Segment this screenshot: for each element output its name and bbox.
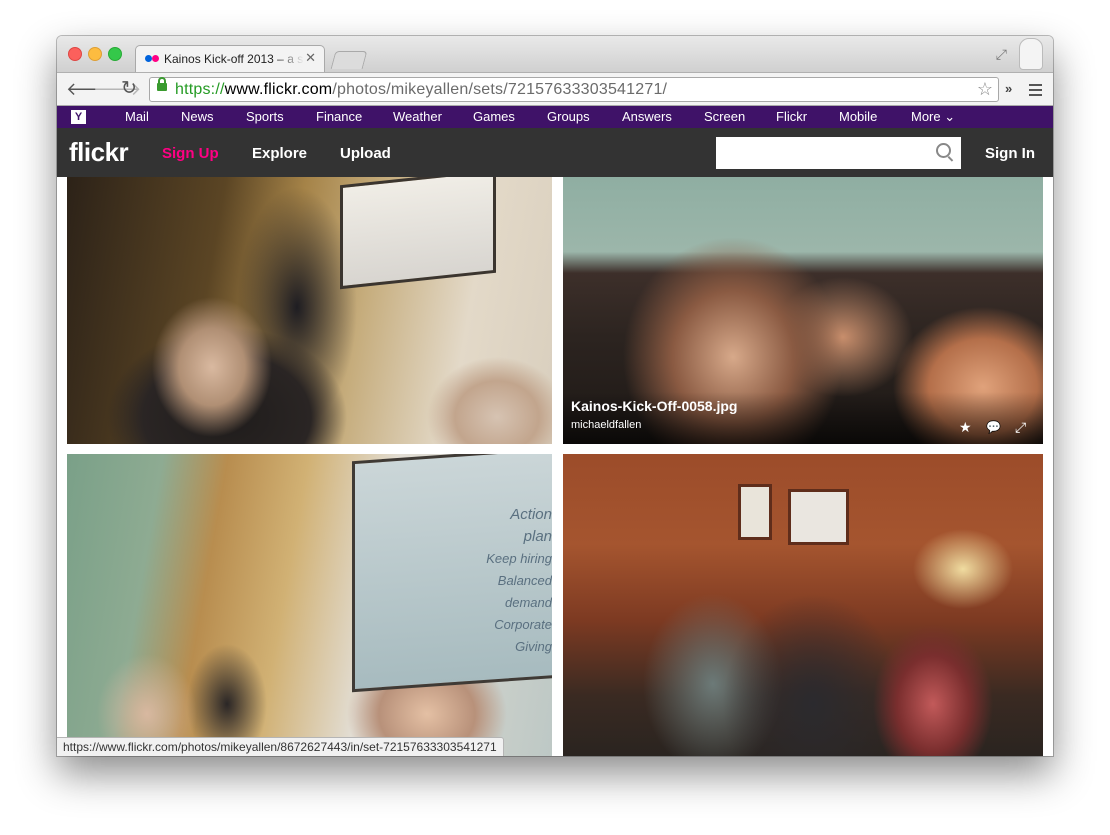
flickr-header: flickr Sign Up Explore Upload Sign In — [57, 128, 1053, 177]
minimize-window-button[interactable] — [88, 47, 102, 61]
sign-up-link[interactable]: Sign Up — [162, 145, 219, 162]
photo-title[interactable]: Kainos-Kick-Off-0058.jpg — [571, 398, 737, 414]
slide-line: Corporate Giving — [494, 617, 552, 654]
yahoo-nav-news[interactable]: News — [181, 109, 214, 124]
projector-screen — [340, 177, 496, 290]
url-scheme: https:// — [175, 81, 225, 98]
yahoo-nav-more[interactable]: More ⌄ — [911, 109, 955, 125]
expand-icon[interactable]: ⤢ — [1015, 420, 1026, 434]
url-path: /photos/mikeyallen/sets/7215763330354127… — [332, 81, 668, 98]
browser-window: Kainos Kick-off 2013 – a s ✕ ⤢ 🡐 🡒 ↻ htt… — [57, 36, 1053, 756]
yahoo-nav-games[interactable]: Games — [473, 109, 515, 124]
building-window — [738, 484, 772, 540]
photo-tile-4[interactable] — [563, 454, 1043, 756]
yahoo-nav-flickr[interactable]: Flickr — [776, 109, 807, 124]
browser-toolbar: 🡐 🡒 ↻ https://www.flickr.com/photos/mike… — [57, 72, 1053, 106]
yahoo-nav-sports[interactable]: Sports — [246, 109, 284, 124]
page-content: Y Mail News Sports Finance Weather Games… — [57, 106, 1053, 756]
yahoo-nav-groups[interactable]: Groups — [547, 109, 590, 124]
yahoo-nav-screen[interactable]: Screen — [704, 109, 745, 124]
slide-line: Keep hiring — [486, 551, 552, 566]
tab-title: Kainos Kick-off 2013 – a s — [164, 52, 304, 66]
zoom-window-button[interactable] — [108, 47, 122, 61]
search-input[interactable] — [716, 137, 961, 169]
building-window — [788, 489, 849, 545]
address-bar[interactable]: https://www.flickr.com/photos/mikeyallen… — [149, 77, 999, 102]
link-status-bar: https://www.flickr.com/photos/mikeyallen… — [57, 737, 504, 756]
photo-tile-1[interactable] — [67, 177, 552, 444]
upload-link[interactable]: Upload — [340, 145, 391, 162]
browser-tab[interactable]: Kainos Kick-off 2013 – a s ✕ — [135, 45, 325, 72]
new-tab-button[interactable] — [330, 51, 368, 69]
flickr-logo[interactable]: flickr — [69, 137, 129, 168]
favorite-star-icon[interactable]: ★ — [959, 420, 972, 434]
yahoo-nav-answers[interactable]: Answers — [622, 109, 672, 124]
close-window-button[interactable] — [68, 47, 82, 61]
explore-link[interactable]: Explore — [252, 145, 307, 162]
reload-icon[interactable]: ↻ — [121, 79, 137, 99]
bookmark-star-icon[interactable]: ☆ — [977, 79, 993, 100]
profile-avatar-icon[interactable] — [1019, 38, 1043, 70]
photo-tile-2[interactable]: Kainos-Kick-Off-0058.jpg michaeldfallen … — [563, 177, 1043, 444]
slide-line: Balanced demand — [497, 573, 552, 610]
yahoo-nav-finance[interactable]: Finance — [316, 109, 362, 124]
photo-tile-3[interactable]: Action plan Keep hiring Balanced demand … — [67, 454, 552, 756]
search-icon[interactable] — [936, 143, 951, 158]
extensions-overflow-icon[interactable]: » — [1005, 81, 1012, 96]
tab-close-icon[interactable]: ✕ — [305, 50, 316, 66]
url-text[interactable]: https://www.flickr.com/photos/mikeyallen… — [175, 81, 667, 99]
photo-owner[interactable]: michaeldfallen — [571, 419, 641, 431]
lock-icon — [157, 77, 167, 91]
slide-text: Action plan Keep hiring Balanced demand … — [482, 504, 552, 658]
tab-strip: Kainos Kick-off 2013 – a s ✕ ⤢ — [57, 36, 1053, 72]
comment-icon[interactable]: 💬 — [986, 420, 1001, 434]
menu-hamburger-icon[interactable] — [1029, 84, 1042, 99]
fullscreen-icon[interactable]: ⤢ — [996, 46, 1007, 63]
slide-line: Action plan — [510, 506, 552, 545]
yahoo-nav-mobile[interactable]: Mobile — [839, 109, 877, 124]
yahoo-nav-mail[interactable]: Mail — [125, 109, 149, 124]
yahoo-logo-icon[interactable]: Y — [71, 110, 86, 124]
flickr-favicon-icon — [145, 55, 161, 63]
yahoo-nav-bar: Y Mail News Sports Finance Weather Games… — [57, 106, 1053, 128]
sign-in-link[interactable]: Sign In — [985, 145, 1035, 162]
url-host: www.flickr.com — [224, 81, 333, 98]
yahoo-nav-weather[interactable]: Weather — [393, 109, 442, 124]
